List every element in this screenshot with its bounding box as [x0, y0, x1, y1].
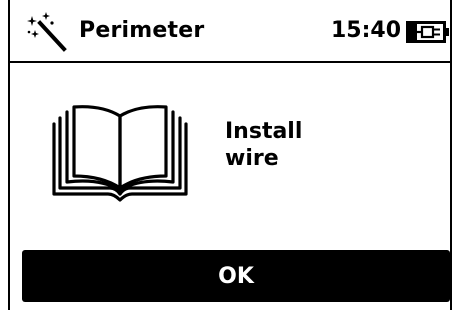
- magic-wand-icon: [27, 12, 67, 52]
- clock-time: 15:40: [331, 18, 402, 43]
- screen-border-right: [450, 0, 452, 310]
- battery-plug-icon: [406, 21, 449, 43]
- ok-button-label: OK: [218, 263, 254, 289]
- open-book-icon: [52, 105, 188, 202]
- header-divider: [10, 61, 450, 63]
- ok-button[interactable]: OK: [22, 250, 450, 302]
- instruction-message: Install wire: [225, 118, 302, 172]
- message-line-1: Install: [225, 119, 303, 144]
- message-line-2: wire: [225, 146, 279, 171]
- device-screen: Perimeter 15:40 Install wire OK: [0, 0, 453, 310]
- page-title: Perimeter: [79, 18, 205, 43]
